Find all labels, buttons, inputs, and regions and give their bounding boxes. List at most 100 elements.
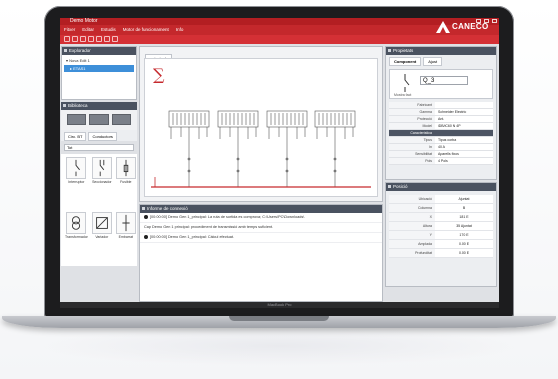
position-key: Columna [389,204,435,212]
library-toolbar [61,110,137,130]
main-toolbar [60,35,499,44]
menu-item-info[interactable]: Info [176,25,184,35]
property-key: Model [389,123,435,129]
library-title: Biblioteca [68,103,88,108]
properties-header: Propietats [386,47,496,55]
explorer-panel: Explorador ▾ Nova Edit 1 ▸ ETAS1 [61,46,137,100]
position-row[interactable]: Profunditat 0.00 E [389,249,493,258]
library-tool-button[interactable] [89,114,109,125]
position-row[interactable]: Ubicació Ajuntat [389,195,493,204]
property-value: iDB/iC60 N 4P [438,124,461,128]
panel-icon [388,185,391,188]
window-titlebar: Demo Motor [60,18,499,25]
panel-icon [64,49,67,52]
bullet-icon [144,215,148,219]
property-row[interactable]: Protecció Ant. [389,116,493,123]
breaker-symbol-icon [66,157,87,179]
tab-circuits[interactable]: Circ. BT [64,132,87,141]
library-filter-select[interactable]: Tot [64,144,134,151]
property-value: Tipus corba [438,138,457,142]
tree-root-label: Nova Edit 1 [69,58,90,63]
property-key: In [389,144,435,150]
property-row[interactable]: In 40 A [389,144,493,151]
position-value: B [462,206,466,210]
library-item[interactable]: Embarrat [115,212,136,263]
console-message-text: [00:00:00] Demo Gen 1_principal: Càlcul … [150,235,235,239]
library-tool-button[interactable] [111,114,131,125]
tab-component[interactable]: Component [389,57,422,66]
component-name-field[interactable]: Q_3 [420,76,468,85]
library-item[interactable]: Seccionador [91,157,112,208]
panel-icon [63,104,66,107]
position-row[interactable]: Altura 35 Ajuntat [389,222,493,231]
position-row[interactable]: Y 170 E [389,231,493,240]
position-value: Ajuntat [458,197,470,201]
property-value: 40 A [438,145,446,149]
busbar-symbol-icon [115,212,136,234]
tab-settings[interactable]: Ajust [423,57,443,66]
properties-title: Propietats [393,48,414,53]
library-item[interactable]: Fusible [115,157,136,208]
console-message-text: Cap Demo Gen 1 principal: procediment de… [144,225,274,229]
property-row[interactable]: Sensibilitat Aparells fixos [389,151,493,158]
panel-icon [388,49,391,52]
calc-icon[interactable] [104,36,110,42]
undo-icon[interactable] [88,36,94,42]
open-icon[interactable] [72,36,78,42]
property-key: Pols [389,158,435,164]
left-column: Explorador ▾ Nova Edit 1 ▸ ETAS1 Bibliot… [61,46,137,302]
position-key: Ubicació [389,195,435,203]
console-title: Informe de connexió [147,206,188,211]
library-grid: Interruptor Seccionador Fusible Transfor… [61,154,137,266]
transformer-symbol-icon [66,212,87,234]
library-item[interactable]: Variador [91,212,112,263]
property-row-selected[interactable]: Característica [389,130,493,137]
position-row[interactable]: Amplada 0.00 E [389,240,493,249]
save-icon[interactable] [80,36,86,42]
property-value [435,102,493,108]
library-item[interactable]: Transformador [65,212,88,263]
brand-mark-icon [436,21,450,33]
settings-icon[interactable] [112,36,118,42]
console-message: [00:00:00] Demo Gen 1_principal: La ruta… [140,213,382,223]
tab-conductors[interactable]: Conductors [88,132,117,141]
tree-item-root[interactable]: ▾ Nova Edit 1 [62,55,136,63]
menu-item-engine[interactable]: Motor de funcionament [123,25,169,35]
library-panel: Biblioteca Circ. BT Conductors Tot Inter… [61,102,137,266]
library-item-label: Embarrat [118,235,134,239]
tree-item-selected[interactable]: ▸ ETAS1 [64,65,134,72]
menu-item-edit[interactable]: Editar [82,25,94,35]
redo-icon[interactable] [96,36,102,42]
breaker-symbol-icon [404,74,410,92]
menu-item-file[interactable]: Fitxer [64,25,75,35]
menu-bar: Fitxer Editar Estudis Motor de funcionam… [60,21,499,35]
component-subtitle: Mostra fact [394,93,412,97]
console-message-text: [00:00:00] Demo Gen 1_principal: La ruta… [150,215,305,219]
app-screen: Demo Motor Fitxer Editar Estudis Motor d… [60,18,499,308]
property-value: Ant. [438,117,445,121]
workspace: Explorador ▾ Nova Edit 1 ▸ ETAS1 Bibliot… [60,44,499,302]
library-item-label: Fusible [120,180,132,184]
position-value: 0.00 E [458,251,470,255]
property-row[interactable]: Fabricant [389,102,493,109]
new-icon[interactable] [64,36,70,42]
position-row[interactable]: X 181 E [389,213,493,222]
library-item[interactable]: Interruptor [65,157,88,208]
position-row[interactable]: Columna B [389,204,493,213]
library-item-label: Variador [95,235,109,239]
property-key: Protecció [389,116,435,122]
library-tool-button[interactable] [67,114,87,125]
property-value: Schneider Electric [438,110,467,114]
property-value: 4 Pols [438,159,448,163]
menu-item-studies[interactable]: Estudis [101,25,116,35]
property-row[interactable]: Gamma Schneider Electric [389,109,493,116]
property-row[interactable]: Model iDB/iC60 N 4P [389,123,493,130]
property-key: Característica [389,130,435,136]
switch-symbol-icon [91,157,112,179]
property-row[interactable]: Pols 4 Pols [389,158,493,165]
property-key: Gamma [389,109,435,115]
property-row[interactable]: Tipus Tipus corba [389,137,493,144]
properties-panel: Propietats Component Ajust Q_3 Mostra fa… [385,46,497,180]
schematic-canvas[interactable]: ∑ [144,58,378,197]
position-title: Posició [393,184,408,189]
